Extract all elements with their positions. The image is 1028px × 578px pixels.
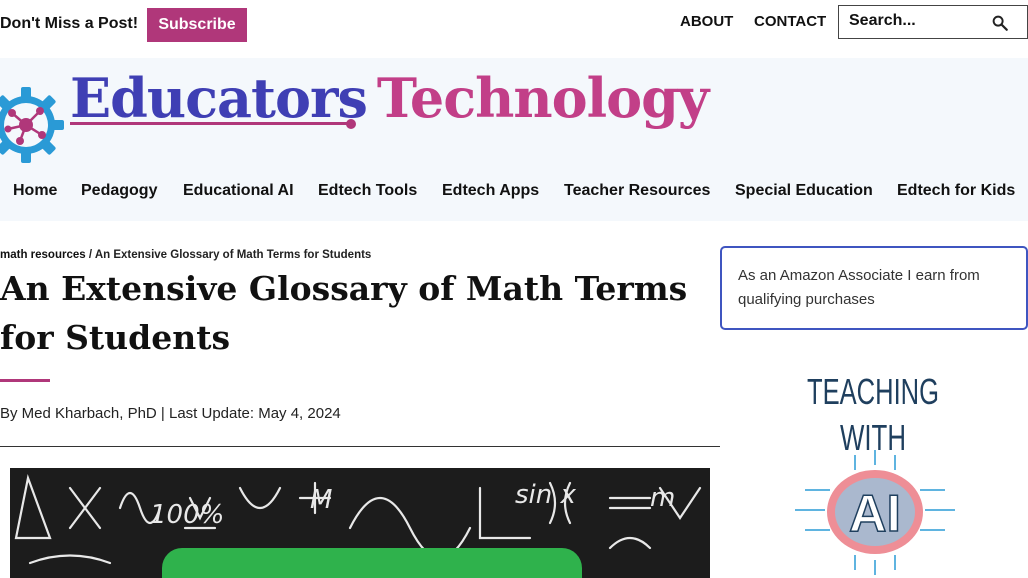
promo-text: Don't Miss a Post! (0, 15, 139, 32)
search-box[interactable] (838, 5, 1028, 39)
title-accent-bar (0, 379, 50, 382)
search-input[interactable] (849, 12, 989, 30)
svg-text:100%: 100% (150, 500, 224, 530)
breadcrumb-parent-link[interactable]: math resources (0, 249, 86, 261)
nav-item-edtech-for-kids[interactable]: Edtech for Kids (897, 182, 1015, 200)
main-nav: Home Pedagogy Educational AI Edtech Tool… (0, 182, 1028, 206)
logo-underline (70, 122, 348, 125)
hero-image: 100% M sin x m (10, 468, 710, 578)
content-divider (0, 446, 720, 447)
page-title: An Extensive Glossary of Math Terms for … (0, 269, 688, 357)
about-link[interactable]: ABOUT (680, 13, 733, 30)
chalkboard-illustration: 100% M sin x m (10, 468, 710, 578)
book-cover-teaching-with-ai[interactable]: TEACHING WITH AI (775, 360, 975, 578)
logo-word-technology: Technology (376, 66, 709, 130)
top-bar: Don't Miss a Post! Subscribe ABOUT CONTA… (0, 0, 1028, 58)
book-title-line1: TEACHING (807, 371, 939, 412)
svg-text:m: m (650, 483, 675, 513)
breadcrumb-current: An Extensive Glossary of Math Terms for … (94, 249, 372, 261)
svg-text:M: M (310, 485, 332, 515)
nav-item-educational-ai[interactable]: Educational AI (183, 182, 294, 200)
logo-dot (346, 119, 356, 129)
amazon-disclosure: As an Amazon Associate I earn from quali… (720, 246, 1028, 330)
search-icon[interactable] (991, 14, 1009, 32)
nav-item-teacher-resources[interactable]: Teacher Resources (564, 182, 710, 200)
nav-item-edtech-apps[interactable]: Edtech Apps (442, 182, 539, 200)
nav-item-home[interactable]: Home (13, 182, 57, 200)
nav-item-special-education[interactable]: Special Education (735, 182, 873, 200)
site-header: Educators Technology Home Pedagogy Educat… (0, 58, 1028, 221)
svg-text:sin x: sin x (515, 480, 577, 510)
nav-item-pedagogy[interactable]: Pedagogy (81, 182, 157, 200)
gear-logo-icon[interactable] (0, 83, 68, 167)
breadcrumb: math resources / An Extensive Glossary o… (0, 249, 371, 261)
logo-word-educators: Educators (70, 66, 368, 130)
nav-item-edtech-tools[interactable]: Edtech Tools (318, 182, 417, 200)
subscribe-button[interactable]: Subscribe (147, 8, 247, 42)
book-title-line2: WITH (840, 417, 906, 458)
site-logo[interactable]: Educators Technology (70, 66, 709, 130)
book-title-line3: AI (849, 485, 901, 543)
article-byline: By Med Kharbach, PhD | Last Update: May … (0, 405, 341, 422)
breadcrumb-separator: / (85, 249, 95, 261)
contact-link[interactable]: CONTACT (754, 13, 826, 30)
